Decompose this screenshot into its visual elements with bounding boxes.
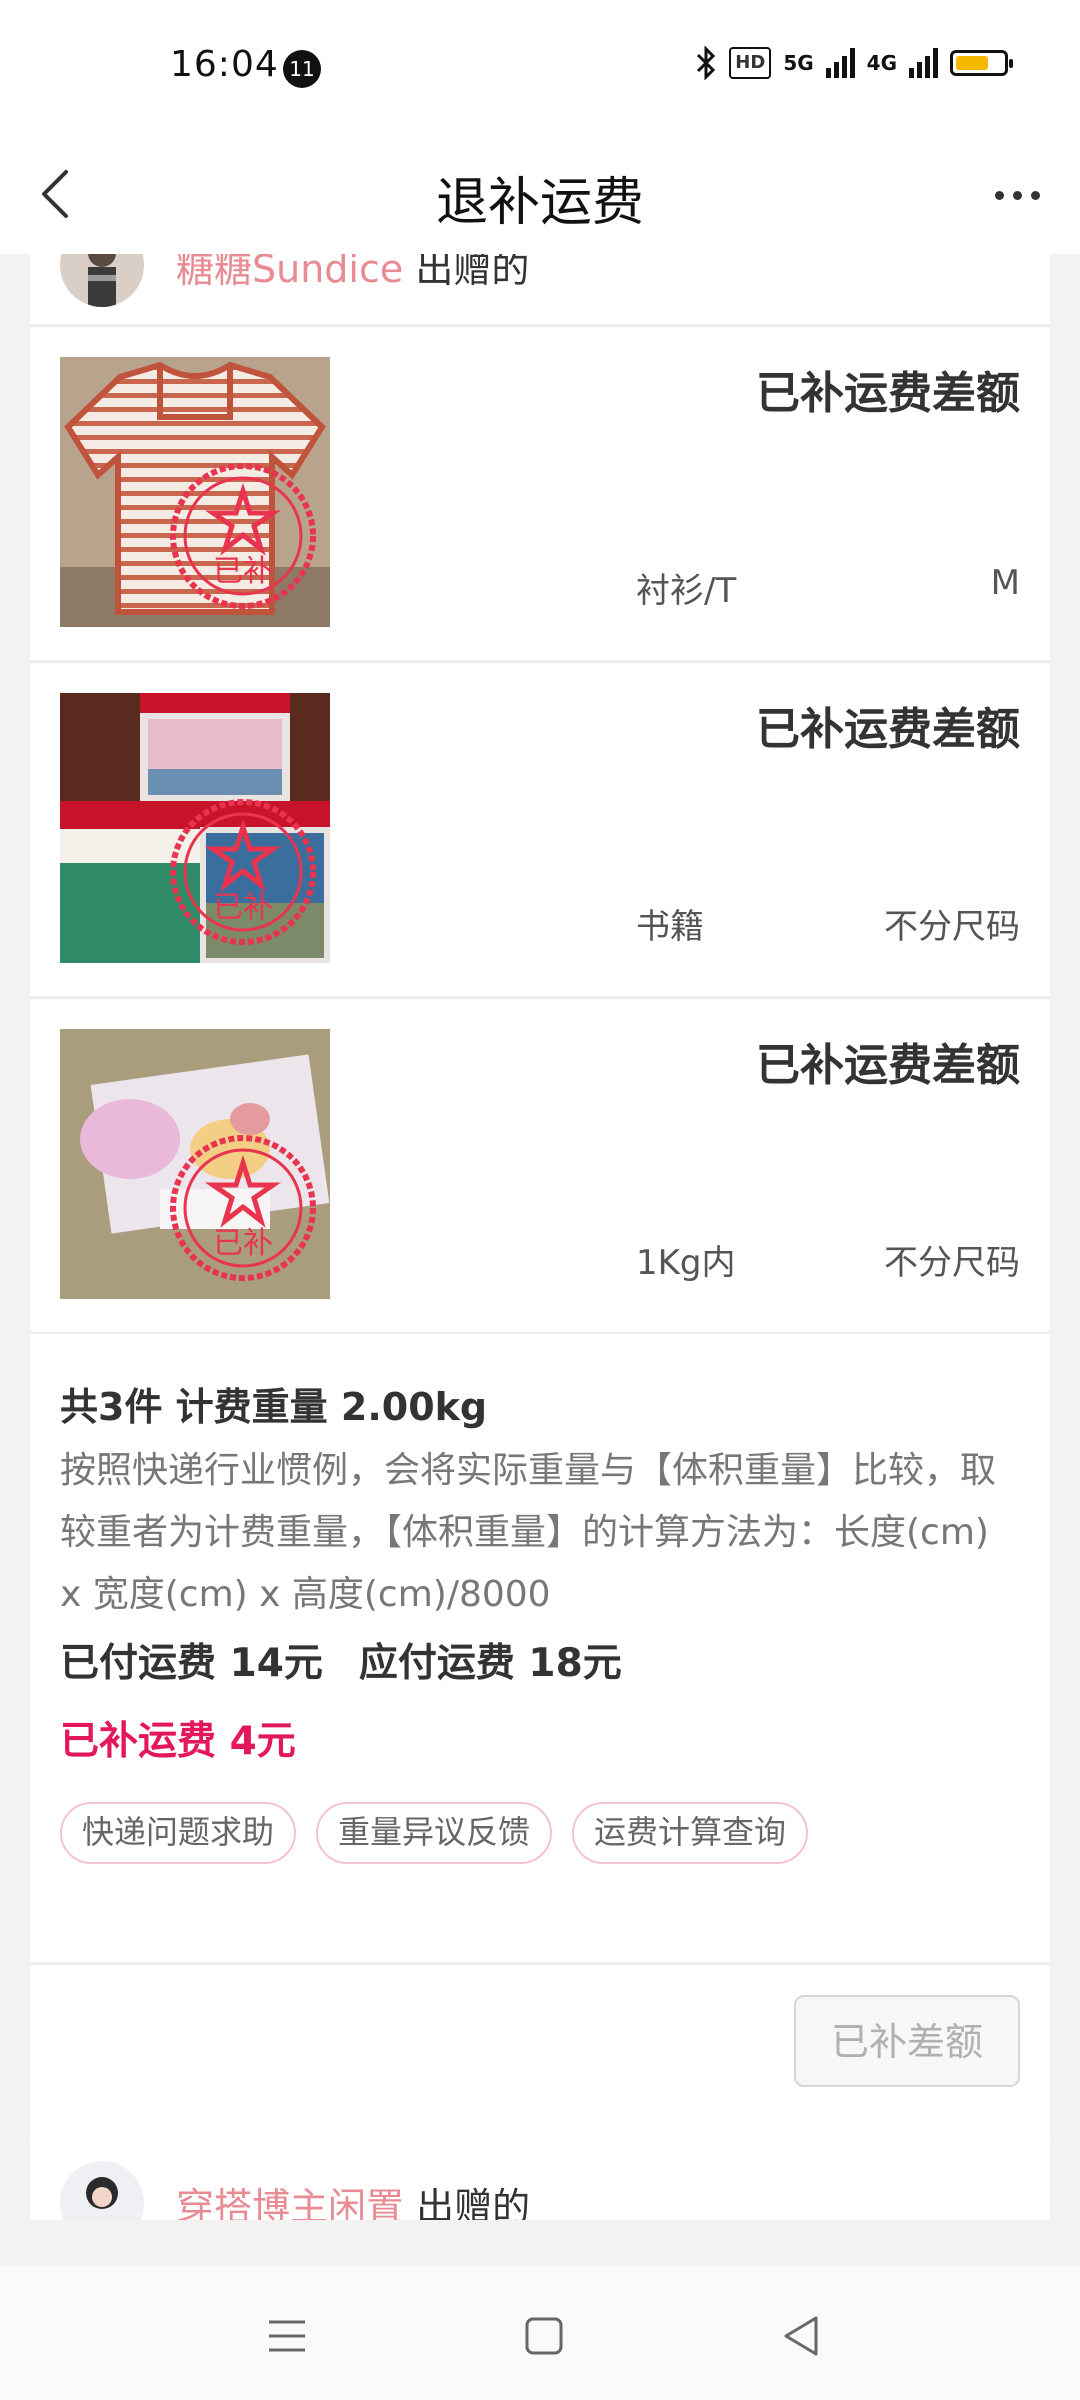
seller-row[interactable]: 穿搭博主闲置 出赠的 xyxy=(60,2158,1020,2220)
status-icons: HD 5G 4G xyxy=(695,46,1013,80)
home-square-icon[interactable] xyxy=(514,2306,574,2366)
item-row[interactable]: 已补 已补运费差额 书籍 不分尺码 xyxy=(30,663,1050,996)
seller-row[interactable]: 糖糖Sundice 出赠的 xyxy=(60,254,1020,310)
divider xyxy=(30,1962,1050,1965)
content-scroll[interactable]: 糖糖Sundice 出赠的 已补 已补运费差额 衬衫/T M 已补 已补运费差额… xyxy=(0,254,1080,2220)
battery-icon xyxy=(950,50,1013,76)
back-triangle-icon[interactable] xyxy=(772,2306,832,2366)
more-options-icon[interactable] xyxy=(982,170,1052,220)
item-thumbnail-shirt[interactable]: 已补 xyxy=(60,357,330,627)
menu-icon[interactable] xyxy=(257,2306,317,2366)
fee-line: 已付运费 14元 应付运费 18元 xyxy=(60,1632,622,1688)
battery-level xyxy=(956,56,988,70)
item-thumbnail-magazines[interactable]: 已补 xyxy=(60,693,330,963)
seller-name[interactable]: 穿搭博主闲置 xyxy=(176,2185,404,2220)
order-card: 糖糖Sundice 出赠的 已补 已补运费差额 衬衫/T M 已补 已补运费差额… xyxy=(30,254,1050,1344)
item-row[interactable]: 已补 已补运费差额 1Kg内 不分尺码 xyxy=(30,999,1050,1332)
item-size: 不分尺码 xyxy=(884,1243,1020,1283)
due-fee: 应付运费 18元 xyxy=(358,1641,622,1686)
stamp-text: 已补 xyxy=(213,890,273,925)
hd-voice-icon: HD xyxy=(729,47,772,79)
paid-fee: 已付运费 14元 xyxy=(60,1641,323,1686)
notification-badge: 11 xyxy=(283,50,321,88)
signal-4g-icon xyxy=(909,48,938,78)
system-navigation-bar xyxy=(0,2266,1080,2400)
stamp-icon: 已补 xyxy=(170,799,316,945)
signal-5g-icon xyxy=(825,48,855,78)
summary-card: 共3件 计费重量 2.00kg 按照快递行业惯例，会将实际重量与【体积重量】比较… xyxy=(30,1334,1050,2158)
chip-weight-dispute[interactable]: 重量异议反馈 xyxy=(316,1802,553,1864)
chip-fee-calculation[interactable]: 运费计算查询 xyxy=(572,1802,809,1864)
network-4g-label: 4G xyxy=(866,51,897,75)
supplemented-difference-button[interactable]: 已补差额 xyxy=(794,1995,1020,2087)
stamp-icon: 已补 xyxy=(170,463,316,609)
summary-description: 按照快递行业惯例，会将实际重量与【体积重量】比较，取较重者为计费重量，【体积重量… xyxy=(60,1450,997,1615)
seller-label: 穿搭博主闲置 出赠的 xyxy=(176,2176,530,2220)
summary-title: 共3件 计费重量 2.00kg xyxy=(60,1385,488,1429)
seller-avatar[interactable] xyxy=(60,2161,144,2220)
stamp-text: 已补 xyxy=(213,554,273,589)
item-thumbnail-package[interactable]: 已补 xyxy=(60,1029,330,1299)
network-5g-label: 5G xyxy=(783,51,814,75)
item-category: 1Kg内 xyxy=(636,1243,736,1283)
chip-shipping-help[interactable]: 快递问题求助 xyxy=(60,1802,297,1864)
help-chips: 快递问题求助 重量异议反馈 运费计算查询 xyxy=(60,1802,809,1864)
item-size: 不分尺码 xyxy=(884,907,1020,947)
order-card: 穿搭博主闲置 出赠的 xyxy=(30,2122,1050,2220)
bluetooth-icon xyxy=(697,46,716,80)
seller-label: 糖糖Sundice 出赠的 xyxy=(176,254,529,293)
nav-bar: 退补运费 xyxy=(0,140,1080,254)
item-row[interactable]: 已补 已补运费差额 衬衫/T M xyxy=(30,327,1050,660)
seller-avatar[interactable] xyxy=(60,254,144,307)
status-time: 16:04 xyxy=(170,44,279,85)
status-bar: 16:04 11 HD 5G 4G xyxy=(0,0,1080,140)
item-status: 已补运费差额 xyxy=(756,1040,1020,1091)
item-category: 书籍 xyxy=(636,907,704,947)
item-status: 已补运费差额 xyxy=(756,704,1020,755)
item-status: 已补运费差额 xyxy=(756,368,1020,419)
stamp-text: 已补 xyxy=(213,1226,273,1261)
supplemented-fee: 已补运费 4元 xyxy=(60,1719,296,1764)
page-title: 退补运费 xyxy=(435,173,644,233)
item-category: 衬衫/T xyxy=(636,571,737,611)
stamp-icon: 已补 xyxy=(170,1135,316,1281)
seller-suffix: 出赠的 xyxy=(416,2185,531,2220)
seller-suffix: 出赠的 xyxy=(415,254,530,291)
seller-name[interactable]: 糖糖Sundice xyxy=(176,254,403,291)
item-size: M xyxy=(990,563,1020,603)
